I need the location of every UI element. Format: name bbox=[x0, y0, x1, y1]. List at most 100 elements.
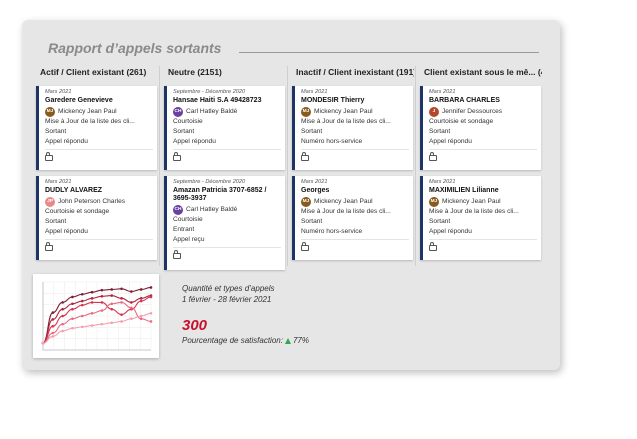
series-1-point bbox=[90, 290, 94, 294]
card-footer bbox=[429, 149, 537, 161]
card-direction: Entrant bbox=[173, 226, 195, 233]
column-count: (2151) bbox=[197, 67, 222, 77]
lock-icon bbox=[429, 151, 437, 161]
series-1-point bbox=[80, 292, 84, 296]
avatar: MJ bbox=[45, 106, 55, 117]
card-date: Mars 2021 bbox=[301, 89, 328, 95]
card-contact-name: Hansae Haiti S.A 49428723 bbox=[173, 97, 262, 104]
card-date: Mars 2021 bbox=[429, 179, 456, 185]
card-task: Mise à Jour de la liste des cli... bbox=[301, 208, 391, 215]
kanban-column-1: Actif / Client existant (261) Mars 2021 Ga… bbox=[34, 62, 158, 272]
avatar: J bbox=[429, 106, 439, 117]
card-task: Mise à Jour de la liste des cli... bbox=[301, 118, 391, 125]
lock-icon bbox=[45, 241, 53, 251]
column-header[interactable]: Inactif / Client inexistant (191) bbox=[290, 62, 414, 82]
call-card[interactable]: Septembre - Décembre 2020 Amazan Patricia… bbox=[164, 176, 285, 270]
card-task: Courtoisie bbox=[173, 118, 203, 125]
card-date: Mars 2021 bbox=[45, 89, 72, 95]
series-1-point bbox=[51, 311, 55, 314]
lock-icon bbox=[173, 151, 181, 161]
card-agent: MJ Mickency Jean Paul bbox=[45, 106, 153, 117]
card-direction: Sortant bbox=[45, 128, 67, 135]
series-2-point bbox=[120, 297, 123, 300]
avatar: CH bbox=[173, 204, 183, 215]
lock-icon bbox=[301, 241, 309, 251]
kanban-column-3: Inactif / Client inexistant (191) Mars 20… bbox=[290, 62, 414, 272]
report-title: Rapport d’appels sortants bbox=[48, 40, 222, 56]
column-count: (4) bbox=[537, 67, 542, 77]
lock-icon bbox=[301, 151, 309, 161]
series-1-point bbox=[149, 286, 153, 289]
column-count: (261) bbox=[126, 67, 147, 77]
column-header[interactable]: Actif / Client existant (261) bbox=[34, 62, 158, 82]
series-4-point bbox=[80, 314, 84, 318]
series-3-point bbox=[90, 301, 94, 304]
series-4-point bbox=[90, 311, 94, 315]
card-direction: Sortant bbox=[301, 128, 323, 135]
stats-total: 300 bbox=[182, 317, 208, 334]
series-4-point bbox=[100, 309, 104, 312]
card-direction: Sortant bbox=[301, 218, 323, 225]
series-5-point bbox=[90, 324, 94, 327]
call-card[interactable]: Mars 2021 MONDESIR Thierry MJ Mickency Jean… bbox=[292, 86, 413, 170]
series-4-point bbox=[61, 322, 64, 326]
card-agent: JP John Peterson Charles bbox=[45, 196, 153, 207]
column-header[interactable]: Client existant sous le mê... (4) bbox=[418, 62, 542, 82]
report-panel: Rapport d’appels sortants Actif / Client… bbox=[22, 20, 560, 370]
satisfaction-row: Pourcentage de satisfaction: 77% bbox=[182, 336, 309, 345]
series-4-point bbox=[139, 317, 143, 321]
card-footer bbox=[429, 239, 537, 251]
call-card[interactable]: Mars 2021 MAXIMILIEN Lilianne MJ Mickency J… bbox=[420, 176, 541, 260]
avatar: MJ bbox=[301, 196, 311, 207]
card-result: Appel répondu bbox=[45, 228, 88, 235]
card-agent-name: Carl Hatley Baldé bbox=[186, 108, 238, 115]
title-divider bbox=[239, 52, 539, 53]
avatar: JP bbox=[45, 196, 55, 207]
card-agent: MJ Mickency Jean Paul bbox=[301, 196, 409, 207]
call-card[interactable]: Septembre - Décembre 2020 Hansae Haiti S.… bbox=[164, 86, 285, 170]
card-contact-name: Amazan Patricia 3707-6852 / 3695-3937 bbox=[173, 187, 267, 202]
series-4-point bbox=[149, 320, 153, 323]
card-agent-name: John Peterson Charles bbox=[58, 198, 126, 205]
column-header[interactable]: Neutre (2151) bbox=[162, 62, 286, 82]
call-card[interactable]: Mars 2021 Garedere Genevieve MJ Mickency Je… bbox=[36, 86, 157, 170]
call-card[interactable]: Mars 2021 DUDLY ALVAREZ JP John Peterson Ch… bbox=[36, 176, 157, 260]
call-card[interactable]: Mars 2021 Georges MJ Mickency Jean Paul Mise… bbox=[292, 176, 413, 260]
avatar: MJ bbox=[429, 196, 439, 207]
lock-icon bbox=[45, 151, 53, 161]
series-1-point bbox=[71, 295, 74, 299]
call-card[interactable]: Mars 2021 BARBARA CHARLES J Jennifer Dessou… bbox=[420, 86, 541, 170]
series-4-point bbox=[110, 302, 114, 306]
series-5-point bbox=[100, 322, 104, 326]
series-3-point bbox=[61, 314, 64, 318]
card-agent: MJ Mickency Jean Paul bbox=[301, 106, 409, 117]
card-task: Courtoisie et sondage bbox=[429, 118, 494, 125]
card-result: Appel répondu bbox=[429, 138, 472, 145]
series-5-point bbox=[51, 335, 55, 338]
column-label: Neutre bbox=[168, 67, 195, 77]
series-1-point bbox=[110, 288, 114, 291]
series-2-point bbox=[90, 297, 94, 300]
series-1-point bbox=[139, 288, 143, 291]
series-1-point bbox=[61, 301, 64, 304]
series-4-point bbox=[120, 301, 123, 304]
card-footer bbox=[45, 149, 153, 161]
series-5-point bbox=[61, 329, 64, 333]
card-result: Numéro hors-service bbox=[301, 228, 363, 235]
card-date: Septembre - Décembre 2020 bbox=[173, 89, 246, 95]
card-footer bbox=[173, 149, 281, 161]
series-5-point bbox=[110, 321, 114, 325]
kanban-column-4: Client existant sous le mê... (4) Mars 20… bbox=[418, 62, 542, 272]
card-contact-name: BARBARA CHARLES bbox=[429, 97, 500, 104]
series-2-point bbox=[80, 299, 84, 303]
card-direction: Sortant bbox=[429, 218, 451, 225]
card-direction: Sortant bbox=[429, 128, 451, 135]
series-2-point bbox=[139, 297, 143, 300]
card-agent: MJ Mickency Jean Paul bbox=[429, 196, 537, 207]
kanban-column-2: Neutre (2151) Septembre - Décembre 2020 Ha… bbox=[162, 62, 286, 272]
trend-up-icon bbox=[284, 337, 291, 344]
column-divider bbox=[159, 66, 160, 266]
column-divider bbox=[415, 66, 416, 266]
column-label: Actif / Client existant bbox=[40, 67, 125, 77]
series-3-point bbox=[149, 295, 153, 299]
